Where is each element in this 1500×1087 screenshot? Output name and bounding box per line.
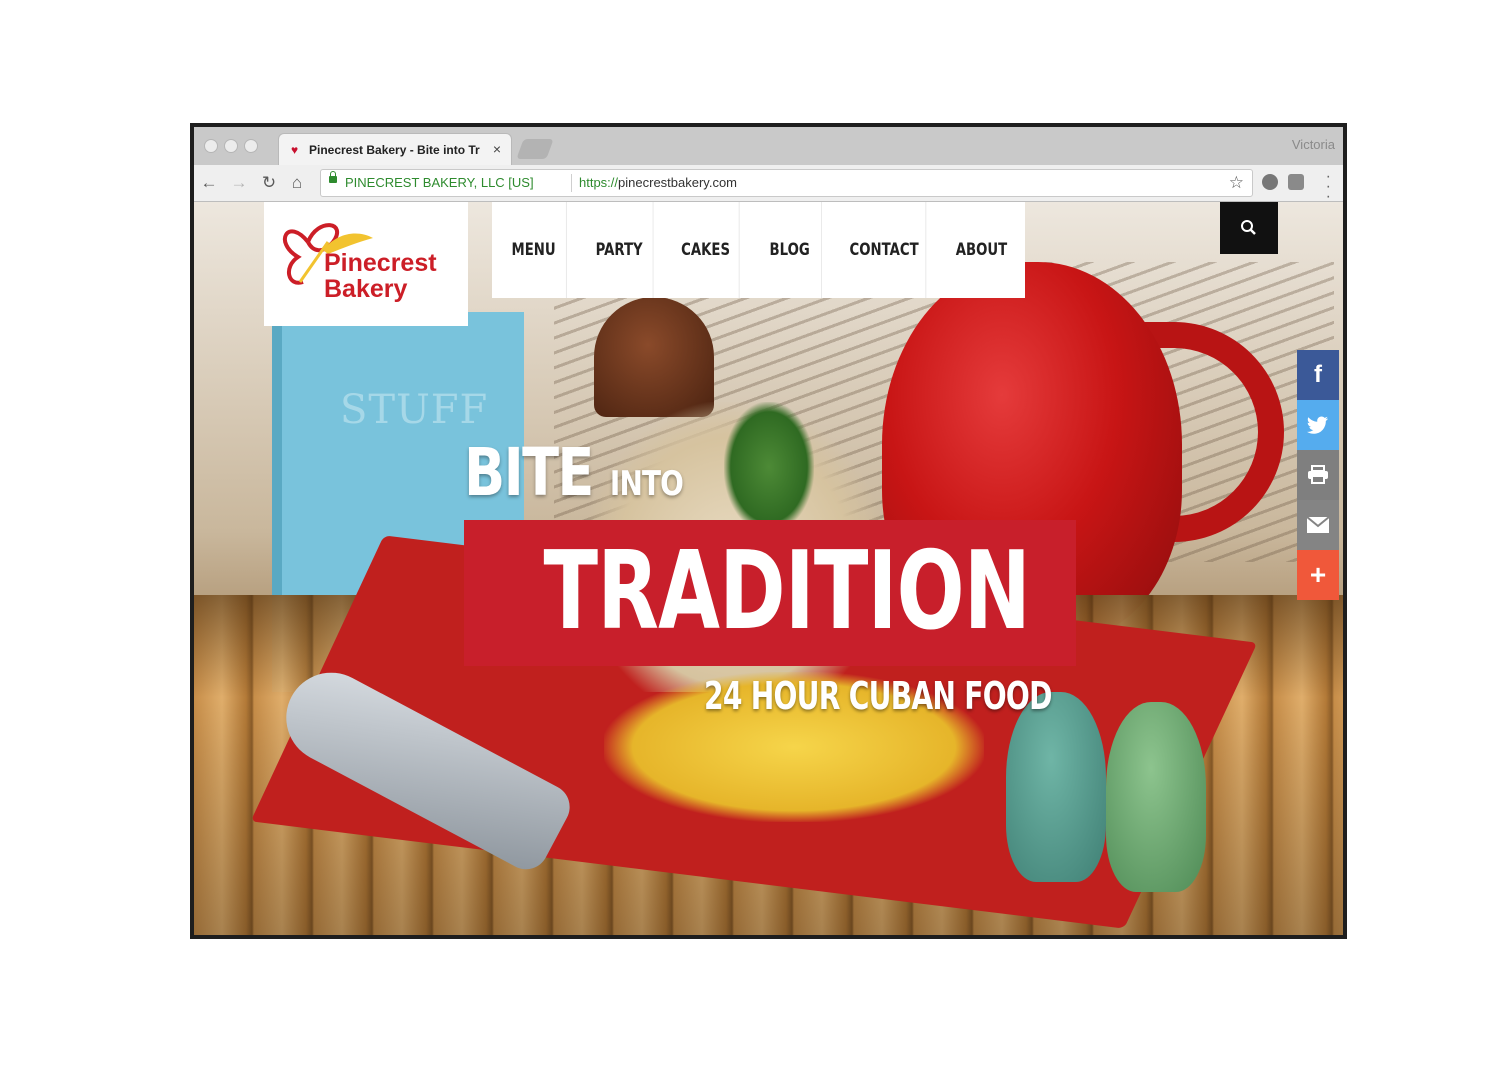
- address-bar[interactable]: PINECREST BAKERY, LLC [US] https://pinec…: [320, 169, 1253, 197]
- share-facebook-button[interactable]: f: [1297, 350, 1339, 400]
- nav-item-menu[interactable]: MENU: [501, 202, 567, 298]
- share-twitter-button[interactable]: [1297, 400, 1339, 450]
- page-viewport: STUFF Pinecrest Bakery MENU PARTY CAKES …: [194, 202, 1343, 935]
- share-print-button[interactable]: [1297, 450, 1339, 500]
- logo-line-1: Pinecrest: [324, 249, 437, 277]
- url-protocol: https://: [579, 175, 619, 190]
- close-window-button[interactable]: [204, 139, 218, 153]
- extension-icon[interactable]: [1262, 174, 1278, 190]
- home-button[interactable]: ⌂: [286, 172, 308, 194]
- hero-tradition: TRADITION: [543, 529, 1031, 654]
- profile-name[interactable]: Victoria: [1292, 137, 1335, 152]
- forward-button[interactable]: →: [228, 172, 250, 194]
- browser-toolbar: ← → ↻ ⌂ PINECREST BAKERY, LLC [US] https…: [194, 165, 1343, 205]
- main-nav: MENU PARTY CAKES BLOG CONTACT ABOUT: [492, 202, 1025, 298]
- bookmark-star-icon[interactable]: ☆: [1229, 173, 1244, 193]
- tab-strip: ♥ Pinecrest Bakery - Bite into Tr × Vict…: [194, 127, 1343, 165]
- share-email-button[interactable]: [1297, 500, 1339, 550]
- minimize-window-button[interactable]: [224, 139, 238, 153]
- hero-heading: BITE INTO: [464, 440, 684, 517]
- url-text[interactable]: https://pinecrestbakery.com: [579, 175, 737, 190]
- more-share-icon: +: [1309, 559, 1327, 590]
- new-tab-button[interactable]: [516, 139, 554, 159]
- photo-pepper-mill: [594, 297, 714, 417]
- pocket-extension-icon[interactable]: [1288, 174, 1304, 190]
- logo-wordmark: Pinecrest Bakery: [324, 250, 437, 302]
- nav-item-party[interactable]: PARTY: [586, 202, 654, 298]
- tab-title: Pinecrest Bakery - Bite into Tr: [309, 143, 480, 157]
- favicon-icon: ♥: [291, 143, 299, 157]
- hero-bite-word: BITE: [464, 434, 594, 511]
- photo-lettuce: [724, 402, 814, 532]
- address-separator: [571, 174, 572, 192]
- email-icon: [1307, 517, 1329, 533]
- photo-green-figurine: [1106, 702, 1206, 892]
- close-tab-icon[interactable]: ×: [493, 141, 501, 157]
- photo-book-title: STUFF: [340, 387, 489, 433]
- maximize-window-button[interactable]: [244, 139, 258, 153]
- photo-teal-figurine: [1006, 692, 1106, 882]
- print-icon: [1308, 465, 1328, 484]
- logo-line-2: Bakery: [324, 275, 408, 303]
- browser-menu-icon[interactable]: · · ·: [1326, 169, 1331, 205]
- nav-item-blog[interactable]: BLOG: [758, 202, 822, 298]
- facebook-icon: f: [1314, 361, 1322, 388]
- search-icon: [1241, 220, 1256, 235]
- browser-window: ♥ Pinecrest Bakery - Bite into Tr × Vict…: [190, 123, 1347, 939]
- tab-pinecrest-bakery[interactable]: ♥ Pinecrest Bakery - Bite into Tr ×: [278, 133, 512, 165]
- hero-into-word: INTO: [609, 464, 684, 504]
- nav-item-contact[interactable]: CONTACT: [843, 202, 927, 298]
- hero-subtitle: 24 HOUR CUBAN FOOD: [704, 674, 1052, 718]
- lock-icon: [329, 171, 337, 183]
- nav-item-about[interactable]: ABOUT: [948, 202, 1016, 298]
- ev-certificate-label[interactable]: PINECREST BAKERY, LLC [US]: [345, 175, 534, 190]
- reload-button[interactable]: ↻: [258, 172, 280, 194]
- hero-banner: TRADITION: [464, 520, 1076, 666]
- share-more-button[interactable]: +: [1297, 550, 1339, 600]
- url-host: pinecrestbakery.com: [618, 175, 738, 190]
- search-button[interactable]: [1220, 202, 1278, 254]
- nav-item-cakes[interactable]: CAKES: [672, 202, 740, 298]
- site-logo[interactable]: Pinecrest Bakery: [264, 202, 468, 326]
- back-button[interactable]: ←: [198, 172, 220, 194]
- twitter-icon: [1307, 416, 1328, 434]
